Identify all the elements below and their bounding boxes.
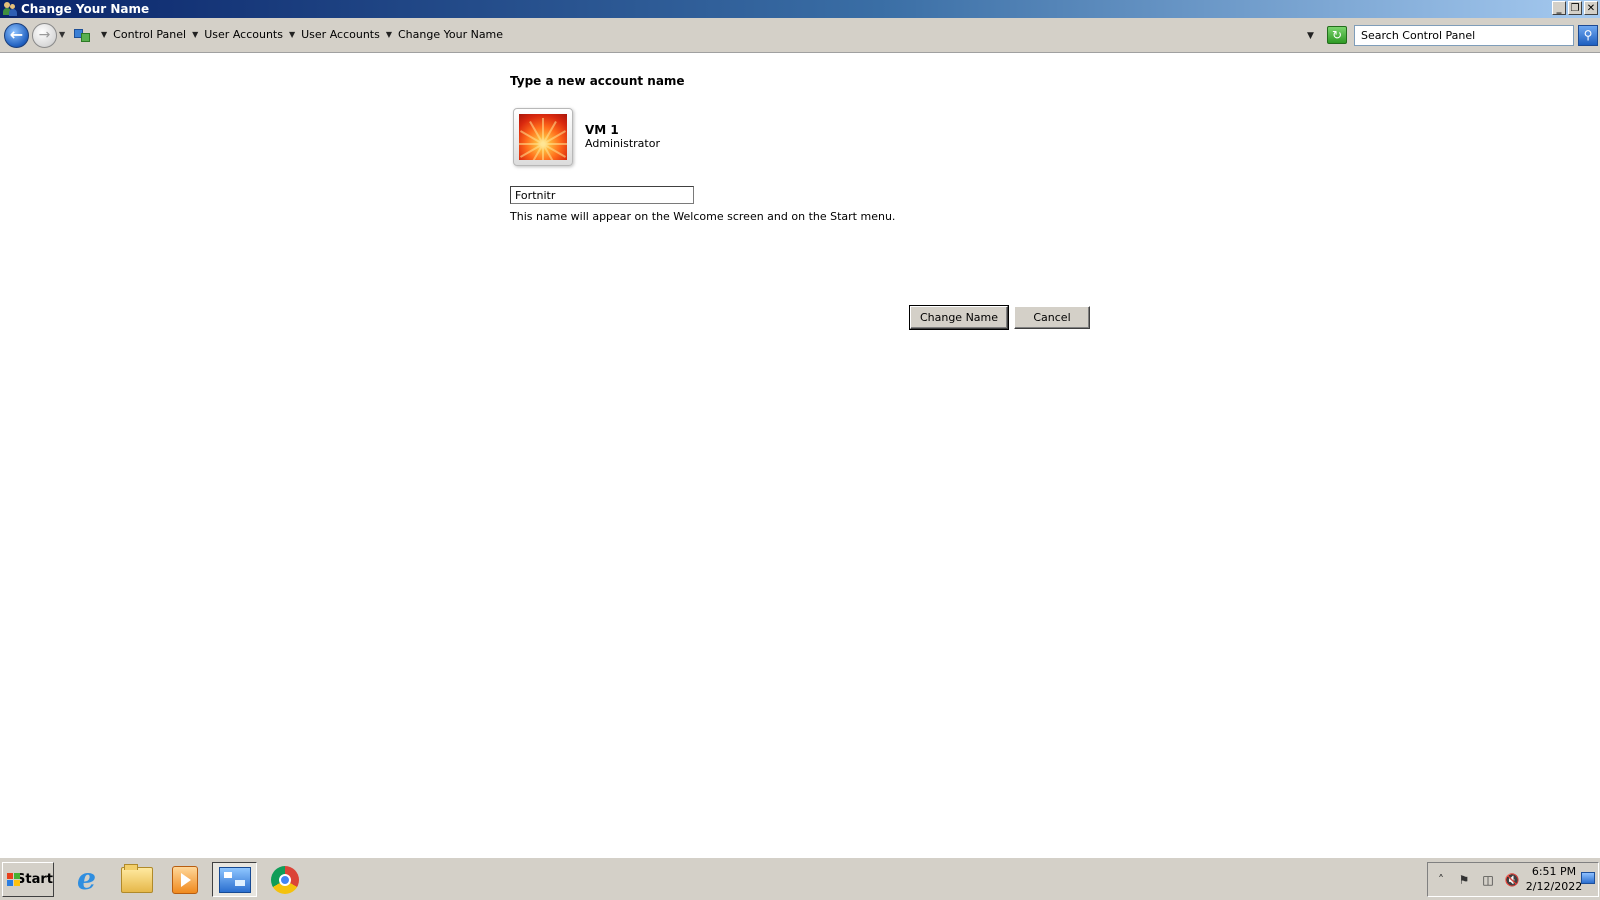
network-icon[interactable]: ◫: [1480, 872, 1496, 888]
cancel-button[interactable]: Cancel: [1014, 306, 1090, 329]
restore-button[interactable]: ❐: [1568, 1, 1582, 15]
window-controls: _ ❐ ✕: [1552, 1, 1598, 15]
recent-pages-dropdown-icon[interactable]: ▼: [59, 30, 65, 39]
clock-date[interactable]: 2/12/2022: [1524, 880, 1584, 893]
user-avatar: [513, 108, 573, 166]
change-name-button[interactable]: Change Name: [909, 305, 1009, 330]
search-input[interactable]: Search Control Panel: [1354, 25, 1574, 46]
minimize-button[interactable]: _: [1552, 1, 1566, 15]
show-hidden-icons-icon[interactable]: ˄: [1433, 872, 1449, 888]
search-icon[interactable]: ⚲: [1578, 25, 1598, 46]
breadcrumb-chevron-icon[interactable]: ▼: [386, 30, 392, 39]
breadcrumb-user-accounts-sub[interactable]: User Accounts: [301, 28, 380, 41]
user-role: Administrator: [585, 137, 660, 150]
back-button[interactable]: ←: [4, 23, 29, 48]
action-center-flag-icon[interactable]: ⚑: [1456, 872, 1472, 888]
internet-explorer-icon[interactable]: e: [64, 862, 109, 897]
flower-picture-icon: [519, 114, 567, 160]
start-button[interactable]: Start: [2, 862, 54, 897]
show-desktop-icon[interactable]: [1581, 872, 1595, 884]
control-panel-window: Change Your Name _ ❐ ✕ ← → ▼ ▼ Control P…: [0, 0, 1600, 857]
name-hint-text: This name will appear on the Welcome scr…: [510, 210, 896, 223]
close-button[interactable]: ✕: [1584, 1, 1598, 15]
breadcrumb: ▼ Control Panel ▼ User Accounts ▼ User A…: [73, 22, 1318, 47]
breadcrumb-chevron-icon[interactable]: ▼: [101, 30, 107, 39]
refresh-button[interactable]: ↻: [1327, 26, 1347, 44]
address-bar: ← → ▼ ▼ Control Panel ▼ User Accounts ▼ …: [0, 18, 1600, 53]
volume-muted-icon[interactable]: 🔇: [1504, 872, 1520, 888]
system-tray: ˄ ⚑ ◫ 🔇 6:51 PM 2/12/2022: [1427, 862, 1599, 897]
taskbar: Start e ˄ ⚑ ◫ 🔇 6:51 PM 2/12/2022: [0, 857, 1600, 900]
chrome-icon[interactable]: [262, 862, 307, 897]
address-dropdown-icon[interactable]: ▼: [1307, 31, 1314, 41]
user-name: VM 1: [585, 123, 619, 137]
control-panel-icon[interactable]: [212, 862, 257, 897]
breadcrumb-user-accounts[interactable]: User Accounts: [204, 28, 283, 41]
main-content: Type a new account name VM 1 Administrat…: [0, 53, 1600, 857]
windows-explorer-icon[interactable]: [114, 862, 159, 897]
page-heading: Type a new account name: [510, 74, 685, 88]
forward-button[interactable]: →: [32, 23, 57, 48]
breadcrumb-change-your-name[interactable]: Change Your Name: [398, 28, 503, 41]
start-label: Start: [16, 872, 53, 887]
breadcrumb-control-panel[interactable]: Control Panel: [113, 28, 186, 41]
breadcrumb-chevron-icon[interactable]: ▼: [192, 30, 198, 39]
breadcrumb-chevron-icon[interactable]: ▼: [289, 30, 295, 39]
windows-logo-icon: [7, 872, 20, 887]
title-bar[interactable]: Change Your Name _ ❐ ✕: [0, 0, 1600, 18]
window-title: Change Your Name: [21, 2, 150, 16]
media-player-icon[interactable]: [162, 862, 207, 897]
user-accounts-icon: [3, 2, 17, 16]
new-name-field[interactable]: [510, 186, 694, 204]
control-panel-icon[interactable]: [73, 27, 91, 43]
clock-time[interactable]: 6:51 PM: [1528, 865, 1580, 878]
